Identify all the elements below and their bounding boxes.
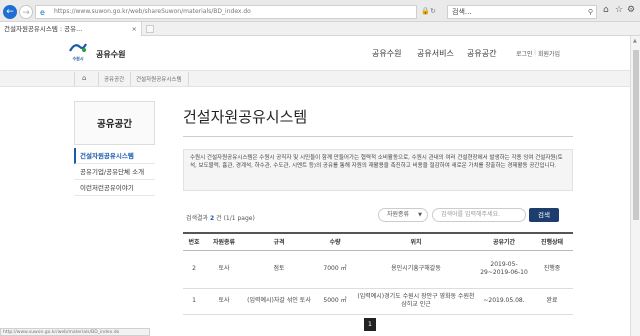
suwon-logo-icon bbox=[69, 43, 87, 52]
table-header-row: 번호 자원종류 규격 수량 위치 공유기간 진행상태 bbox=[183, 232, 573, 251]
cell-location: (입력예시)경기도 수원시 장안구 영화동 수원천 삼히교 인근 bbox=[355, 288, 477, 315]
favorites-star-icon[interactable]: ☆ bbox=[615, 5, 623, 15]
url-text: https://www.suwon.go.kr/web/shareSuwon/m… bbox=[54, 8, 251, 15]
cell-spec[interactable]: (입력예시)자갈 섞인 토사 bbox=[243, 288, 315, 315]
logo-caption: 수원시 bbox=[72, 56, 84, 61]
col-header-spec: 규격 bbox=[243, 232, 315, 251]
login-link[interactable]: 로그인 bbox=[516, 49, 533, 58]
description-box: 수원시 건설자원공유시스템은 수원시 공직자 및 시민들이 함께 만들어가는 협… bbox=[183, 149, 573, 191]
lock-icon[interactable]: 🔒 bbox=[421, 7, 430, 15]
cell-no: 1 bbox=[183, 288, 205, 315]
refresh-icon[interactable]: ↻ bbox=[430, 7, 436, 15]
ie-icon: e bbox=[40, 8, 45, 17]
vertical-scrollbar[interactable]: ▲ bbox=[630, 36, 640, 336]
chevron-down-icon: ▼ bbox=[418, 212, 422, 218]
tab-bar: 건설자원공유시스템 : 공유... × bbox=[0, 22, 640, 36]
page-title: 건설자원공유시스템 bbox=[183, 108, 308, 126]
web-page: 수원시 공유수원 공유수원 공유서비스 공유공간 로그인 | 회원가입 ⌂ 공유… bbox=[0, 36, 630, 336]
count-unit: 건 bbox=[216, 215, 222, 222]
sidebar-item-company-intro[interactable]: 공유기업/공유단체 소개 bbox=[74, 164, 155, 180]
select-label: 자원종류 bbox=[387, 211, 410, 218]
keyword-input[interactable]: 검색어를 입력해주세요. bbox=[432, 208, 526, 222]
breadcrumb-divider bbox=[188, 72, 189, 86]
table-row[interactable]: 2 토사 점토 7000 ㎥ 용인시기흥구해갈동 2019-05-29~2019… bbox=[183, 250, 573, 289]
browser-search-field[interactable]: 검색... ⚲ bbox=[447, 5, 597, 19]
breadcrumb: ⌂ 공유공간 건설자원공유시스템 bbox=[0, 71, 630, 87]
col-header-location: 위치 bbox=[355, 232, 477, 251]
cell-period: 2019-05-29~2019-06-10 bbox=[477, 250, 531, 289]
count-value: 2 bbox=[210, 215, 215, 222]
table-row[interactable]: 1 토사 (입력예시)자갈 섞인 토사 5000 ㎥ (입력예시)경기도 수원시… bbox=[183, 288, 573, 315]
col-header-type: 자원종류 bbox=[205, 232, 243, 251]
sidebar-title-box: 공유공간 bbox=[74, 101, 155, 145]
scroll-up-arrow-icon[interactable]: ▲ bbox=[633, 38, 637, 44]
cell-spec[interactable]: 점토 bbox=[243, 250, 315, 289]
site-name[interactable]: 공유수원 bbox=[96, 49, 125, 60]
sidebar-title: 공유공간 bbox=[97, 119, 132, 130]
tab-title: 건설자원공유시스템 : 공유... bbox=[4, 25, 83, 33]
col-header-qty: 수량 bbox=[315, 232, 355, 251]
breadcrumb-item-share-space[interactable]: 공유공간 bbox=[104, 75, 124, 83]
nav-share-service[interactable]: 공유서비스 bbox=[417, 48, 454, 59]
cell-status: 진행중 bbox=[531, 250, 573, 289]
back-button[interactable]: ← bbox=[3, 5, 17, 19]
count-prefix: 검색결과 bbox=[186, 215, 209, 222]
title-divider bbox=[183, 136, 573, 137]
cell-location: 용인시기흥구해갈동 bbox=[355, 250, 477, 289]
col-header-no: 번호 bbox=[183, 232, 205, 251]
search-button[interactable]: 검색 bbox=[529, 208, 559, 222]
resource-type-select[interactable]: 자원종류 ▼ bbox=[378, 208, 428, 222]
pagination-current-page[interactable]: 1 bbox=[364, 318, 376, 331]
browser-address-bar: ← → e https://www.suwon.go.kr/web/shareS… bbox=[0, 0, 640, 22]
gear-icon[interactable]: ⚙ bbox=[627, 5, 635, 15]
search-icon[interactable]: ⚲ bbox=[588, 6, 593, 18]
breadcrumb-divider bbox=[98, 72, 99, 86]
cell-period: ~2019.05.08. bbox=[477, 288, 531, 315]
cell-qty: 5000 ㎥ bbox=[315, 288, 355, 315]
util-divider: | bbox=[534, 49, 537, 56]
signup-link[interactable]: 회원가입 bbox=[538, 49, 560, 58]
page-info: (1/1 page) bbox=[223, 215, 255, 222]
status-bar-url: http://www.suwon.go.kr/web/materials/BD_… bbox=[0, 328, 150, 336]
close-tab-icon[interactable]: × bbox=[132, 22, 137, 36]
breadcrumb-divider bbox=[130, 72, 131, 86]
browser-tab[interactable]: 건설자원공유시스템 : 공유... × bbox=[0, 22, 142, 36]
sidebar-item-construction-resources[interactable]: 건설자원공유시스템 bbox=[74, 148, 155, 164]
cell-type: 토사 bbox=[205, 250, 243, 289]
home-icon[interactable]: ⌂ bbox=[603, 5, 609, 15]
new-tab-button[interactable] bbox=[146, 25, 154, 33]
nav-share-suwon[interactable]: 공유수원 bbox=[372, 48, 401, 59]
suwon-logo[interactable]: 수원시 bbox=[66, 41, 90, 65]
result-count: 검색결과 2 건 (1/1 page) bbox=[186, 213, 255, 222]
browser-search-text: 검색... bbox=[452, 8, 472, 16]
nav-share-space[interactable]: 공유공간 bbox=[467, 48, 496, 59]
url-field[interactable]: e https://www.suwon.go.kr/web/shareSuwon… bbox=[35, 5, 417, 19]
breadcrumb-divider bbox=[74, 72, 75, 86]
cell-qty: 7000 ㎥ bbox=[315, 250, 355, 289]
cell-type: 토사 bbox=[205, 288, 243, 315]
resource-table: 번호 자원종류 규격 수량 위치 공유기간 진행상태 2 토사 점토 7000 … bbox=[183, 232, 573, 315]
col-header-status: 진행상태 bbox=[531, 232, 573, 251]
col-header-period: 공유기간 bbox=[477, 232, 531, 251]
sidebar-item-sharing-stories[interactable]: 이런저런공유이야기 bbox=[74, 180, 155, 196]
cell-no: 2 bbox=[183, 250, 205, 289]
site-header: 수원시 공유수원 공유수원 공유서비스 공유공간 로그인 | 회원가입 bbox=[0, 36, 630, 71]
home-icon[interactable]: ⌂ bbox=[82, 74, 86, 82]
forward-button[interactable]: → bbox=[19, 5, 33, 19]
scrollbar-thumb[interactable] bbox=[633, 50, 639, 220]
breadcrumb-item-current[interactable]: 건설자원공유시스템 bbox=[136, 75, 182, 83]
cell-status: 완료 bbox=[531, 288, 573, 315]
